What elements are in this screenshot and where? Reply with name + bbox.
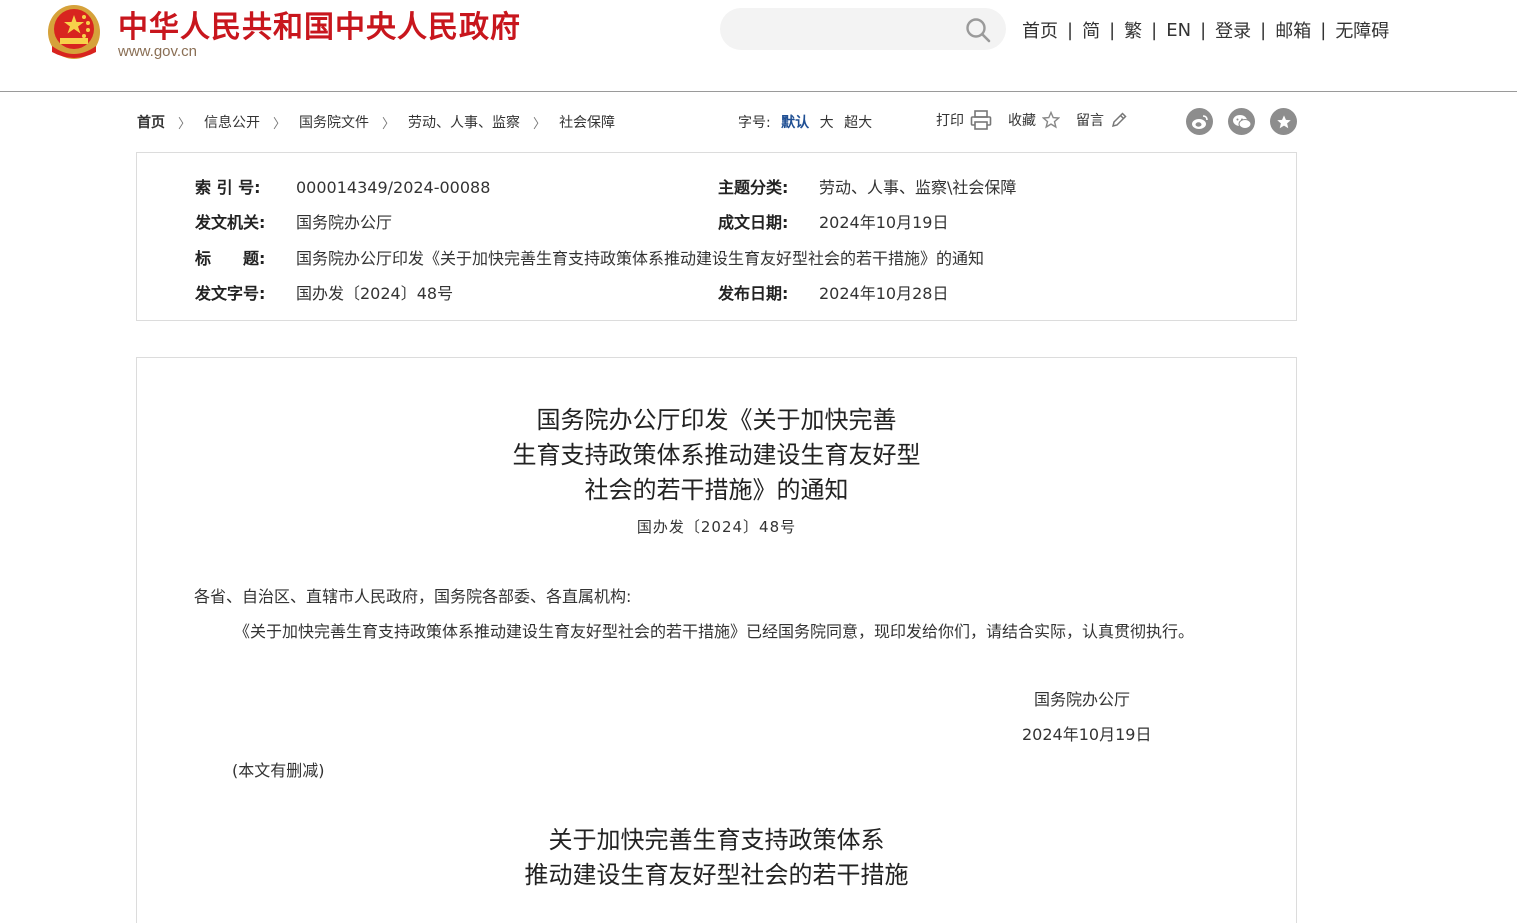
nav-english[interactable]: EN [1166, 20, 1191, 41]
top-nav: 首页 | 简 | 繁 | EN | 登录 | 邮箱 | 无障碍 [1022, 17, 1389, 43]
abridged-note: (本文有删减) [232, 761, 325, 780]
pencil-icon [1111, 112, 1127, 128]
attachment-title-line: 推动建设生育友好型社会的若干措施 [524, 861, 909, 889]
meta-title-value: 国务院办公厅印发《关于加快完善生育支持政策体系推动建设生育友好型社会的若干措施》… [296, 249, 985, 268]
chevron-right-icon: 〉 [273, 116, 287, 132]
meta-published-label: 发布日期: [718, 284, 789, 303]
nav-separator: | [1320, 19, 1327, 41]
document-metadata: 索 引 号: 000014349/2024-00088 主题分类: 劳动、人事、监察… [136, 152, 1297, 321]
favorite-share-button[interactable] [1270, 108, 1297, 135]
font-size-label: 字号: [738, 115, 771, 131]
printer-icon [970, 110, 992, 130]
breadcrumb-state-council-docs[interactable]: 国务院文件 [299, 112, 369, 132]
nav-login[interactable]: 登录 [1215, 17, 1251, 43]
wechat-icon [1232, 114, 1251, 129]
font-size-default[interactable]: 默认 [781, 115, 809, 131]
breadcrumb-social-security[interactable]: 社会保障 [559, 112, 615, 132]
attachment-title: 关于加快完善生育支持政策体系 推动建设生育友好型社会的若干措施 [0, 823, 1433, 893]
meta-created-label: 成文日期: [718, 213, 789, 232]
document-number: 国办发〔2024〕48号 [636, 518, 797, 536]
nav-accessibility[interactable]: 无障碍 [1335, 17, 1389, 43]
article-title-line: 社会的若干措施》的通知 [584, 476, 849, 504]
meta-title-row: 标 题: 国务院办公厅印发《关于加快完善生育支持政策体系推动建设生育友好型社会的若… [195, 245, 984, 269]
wechat-share-button[interactable] [1228, 108, 1255, 135]
meta-published-value: 2024年10月28日 [819, 284, 949, 303]
chevron-right-icon: 〉 [178, 116, 192, 132]
article-title-line: 国务院办公厅印发《关于加快完善 [536, 406, 897, 434]
addressees: 各省、自治区、直辖市人民政府，国务院各部委、各直属机构: [194, 587, 632, 606]
meta-index-label: 索 引 号: [195, 178, 261, 197]
nav-home[interactable]: 首页 [1022, 17, 1058, 43]
meta-docno-label: 发文字号: [195, 284, 266, 303]
print-label: 打印 [936, 113, 964, 129]
meta-index-value: 000014349/2024-00088 [296, 178, 491, 197]
breadcrumb-home[interactable]: 首页 [137, 112, 165, 132]
nav-separator: | [1200, 19, 1207, 41]
article-title: 国务院办公厅印发《关于加快完善 生育支持政策体系推动建设生育友好型 社会的若干措… [0, 403, 1433, 508]
article-tools: 打印 收藏 留言 [936, 110, 1144, 130]
meta-issuer-value: 国务院办公厅 [296, 213, 393, 232]
article-body: 《关于加快完善生育支持政策体系推动建设生育友好型社会的若干措施》已经国务院同意，… [234, 622, 1195, 641]
nav-traditional[interactable]: 繁 [1124, 17, 1142, 43]
comment-label: 留言 [1076, 113, 1104, 129]
weibo-share-button[interactable] [1186, 108, 1213, 135]
chevron-right-icon: 〉 [533, 116, 547, 132]
nav-separator: | [1260, 19, 1267, 41]
site-header: 中华人民共和国中央人民政府 www.gov.cn 首页 | 简 | 繁 | EN | 登… [0, 0, 1517, 92]
star-icon [1276, 114, 1291, 128]
breadcrumb-info-disclosure[interactable]: 信息公开 [204, 112, 260, 132]
share-buttons [1186, 108, 1312, 135]
national-emblem-icon[interactable] [46, 2, 102, 60]
comment-button[interactable]: 留言 [1076, 110, 1128, 130]
nav-separator: | [1151, 19, 1158, 41]
meta-issuer-row: 发文机关: 国务院办公厅 [195, 209, 392, 233]
meta-created-value: 2024年10月19日 [819, 213, 949, 232]
weibo-icon [1191, 114, 1208, 129]
signature: 国务院办公厅 [1034, 690, 1131, 709]
meta-category-row: 主题分类: 劳动、人事、监察\社会保障 [718, 174, 1016, 198]
nav-simplified[interactable]: 简 [1082, 17, 1100, 43]
chevron-right-icon: 〉 [382, 116, 396, 132]
nav-mail[interactable]: 邮箱 [1275, 17, 1311, 43]
favorite-button[interactable]: 收藏 [1008, 110, 1060, 130]
font-size-large[interactable]: 大 [820, 115, 834, 131]
search-icon[interactable] [964, 16, 992, 44]
print-button[interactable]: 打印 [936, 110, 992, 130]
meta-category-label: 主题分类: [718, 178, 789, 197]
meta-created-row: 成文日期: 2024年10月19日 [718, 209, 948, 233]
meta-published-row: 发布日期: 2024年10月28日 [718, 280, 948, 304]
meta-category-value: 劳动、人事、监察\社会保障 [819, 178, 1017, 197]
site-title[interactable]: 中华人民共和国中央人民政府 [118, 2, 521, 46]
meta-title-label: 标 题: [195, 249, 266, 268]
nav-separator: | [1109, 19, 1116, 41]
signature-date: 2024年10月19日 [1022, 725, 1152, 744]
font-size-selector: 字号: 默认 大 超大 [738, 112, 872, 132]
article-title-line: 生育支持政策体系推动建设生育友好型 [512, 441, 921, 469]
meta-index-row: 索 引 号: 000014349/2024-00088 [195, 174, 490, 198]
font-size-extra-large[interactable]: 超大 [844, 115, 872, 131]
star-outline-icon [1042, 111, 1060, 129]
site-url[interactable]: www.gov.cn [118, 43, 197, 60]
meta-docno-row: 发文字号: 国办发〔2024〕48号 [195, 280, 453, 304]
meta-docno-value: 国办发〔2024〕48号 [296, 284, 454, 303]
attachment-title-line: 关于加快完善生育支持政策体系 [548, 826, 885, 854]
breadcrumb-labor[interactable]: 劳动、人事、监察 [408, 112, 520, 132]
favorite-label: 收藏 [1008, 113, 1036, 129]
nav-separator: | [1067, 19, 1074, 41]
breadcrumb: 首页 〉 信息公开 〉 国务院文件 〉 劳动、人事、监察 〉 社会保障 [137, 112, 615, 132]
meta-issuer-label: 发文机关: [195, 213, 266, 232]
